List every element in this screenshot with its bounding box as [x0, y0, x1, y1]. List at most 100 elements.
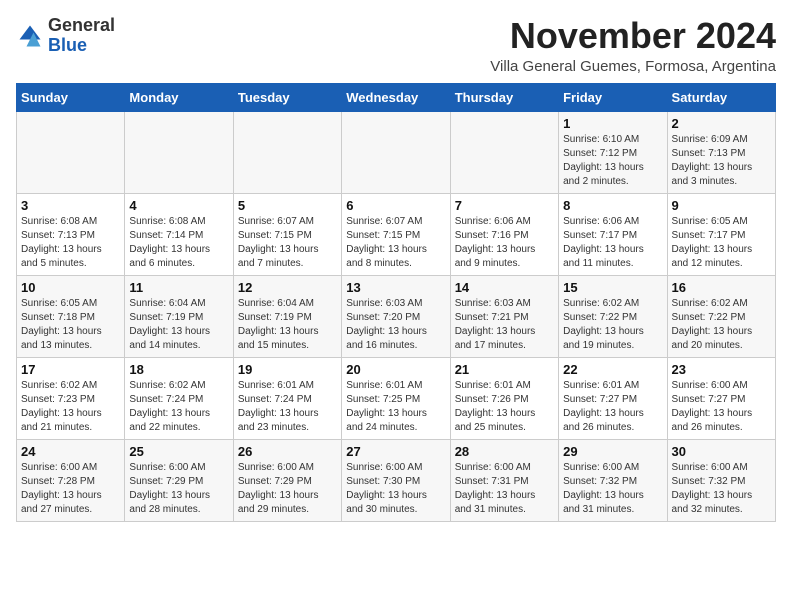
day-number: 12 [238, 280, 337, 295]
calendar-week-4: 17 Sunrise: 6:02 AM Sunset: 7:23 PM Dayli… [17, 357, 776, 439]
calendar-cell: 26 Sunrise: 6:00 AM Sunset: 7:29 PM Dayli… [233, 439, 341, 521]
calendar-cell: 3 Sunrise: 6:08 AM Sunset: 7:13 PM Daylig… [17, 193, 125, 275]
calendar-cell: 25Sunrise: 6:00 AM Sunset: 7:29 PM Dayli… [125, 439, 233, 521]
calendar-cell: 30 Sunrise: 6:00 AM Sunset: 7:32 PM Dayli… [667, 439, 775, 521]
calendar-cell: 2 Sunrise: 6:09 AM Sunset: 7:13 PM Daylig… [667, 111, 775, 193]
calendar-cell: 20 Sunrise: 6:01 AM Sunset: 7:25 PM Dayli… [342, 357, 450, 439]
day-info: Sunrise: 6:06 AM Sunset: 7:17 PM Dayligh… [563, 215, 662, 271]
day-number: 27 [346, 444, 445, 459]
weekday-header-tuesday: Tuesday [233, 83, 341, 111]
calendar-cell: 15 Sunrise: 6:02 AM Sunset: 7:22 PM Dayli… [559, 275, 667, 357]
calendar-week-3: 10 Sunrise: 6:05 AM Sunset: 7:18 PM Dayli… [17, 275, 776, 357]
day-info: Sunrise: 6:00 AM Sunset: 7:32 PM Dayligh… [563, 461, 662, 517]
day-info: Sunrise: 6:00 AM Sunset: 7:32 PM Dayligh… [672, 461, 771, 517]
title-section: November 2024 Villa General Guemes, Form… [490, 16, 776, 75]
calendar-cell: 10 Sunrise: 6:05 AM Sunset: 7:18 PM Dayli… [17, 275, 125, 357]
day-number: 24 [21, 444, 120, 459]
day-info: Sunrise: 6:08 AM Sunset: 7:13 PM Dayligh… [21, 215, 120, 271]
day-number: 4 [129, 198, 228, 213]
calendar-cell [233, 111, 341, 193]
day-info: Sunrise: 6:01 AM Sunset: 7:24 PM Dayligh… [238, 379, 337, 435]
calendar-cell: 14 Sunrise: 6:03 AM Sunset: 7:21 PM Dayli… [450, 275, 558, 357]
day-info: Sunrise: 6:05 AM Sunset: 7:17 PM Dayligh… [672, 215, 771, 271]
calendar-cell: 12 Sunrise: 6:04 AM Sunset: 7:19 PM Dayli… [233, 275, 341, 357]
day-number: 30 [672, 444, 771, 459]
day-info: Sunrise: 6:04 AM Sunset: 7:19 PM Dayligh… [129, 297, 228, 353]
calendar-cell: 4 Sunrise: 6:08 AM Sunset: 7:14 PM Daylig… [125, 193, 233, 275]
logo-general: General [48, 15, 115, 35]
logo-icon [16, 22, 44, 50]
calendar-cell: 23 Sunrise: 6:00 AM Sunset: 7:27 PM Dayli… [667, 357, 775, 439]
day-info: Sunrise: 6:06 AM Sunset: 7:16 PM Dayligh… [455, 215, 554, 271]
day-number: 8 [563, 198, 662, 213]
day-number: 13 [346, 280, 445, 295]
day-number: 23 [672, 362, 771, 377]
day-info: Sunrise: 6:04 AM Sunset: 7:19 PM Dayligh… [238, 297, 337, 353]
calendar-cell [450, 111, 558, 193]
day-info: Sunrise: 6:02 AM Sunset: 7:22 PM Dayligh… [672, 297, 771, 353]
day-info: Sunrise: 6:02 AM Sunset: 7:22 PM Dayligh… [563, 297, 662, 353]
calendar-cell: 27 Sunrise: 6:00 AM Sunset: 7:30 PM Dayli… [342, 439, 450, 521]
calendar-cell: 1Sunrise: 6:10 AM Sunset: 7:12 PM Daylig… [559, 111, 667, 193]
day-number: 9 [672, 198, 771, 213]
weekday-header-monday: Monday [125, 83, 233, 111]
page-header: General Blue November 2024 Villa General… [16, 16, 776, 75]
day-info: Sunrise: 6:07 AM Sunset: 7:15 PM Dayligh… [238, 215, 337, 271]
day-info: Sunrise: 6:03 AM Sunset: 7:20 PM Dayligh… [346, 297, 445, 353]
calendar-cell [342, 111, 450, 193]
weekday-header-sunday: Sunday [17, 83, 125, 111]
day-number: 17 [21, 362, 120, 377]
day-info: Sunrise: 6:07 AM Sunset: 7:15 PM Dayligh… [346, 215, 445, 271]
calendar-cell [17, 111, 125, 193]
day-number: 19 [238, 362, 337, 377]
calendar-cell: 16 Sunrise: 6:02 AM Sunset: 7:22 PM Dayli… [667, 275, 775, 357]
day-info: Sunrise: 6:09 AM Sunset: 7:13 PM Dayligh… [672, 133, 771, 189]
day-number: 14 [455, 280, 554, 295]
day-number: 5 [238, 198, 337, 213]
weekday-header-thursday: Thursday [450, 83, 558, 111]
calendar-cell: 6 Sunrise: 6:07 AM Sunset: 7:15 PM Daylig… [342, 193, 450, 275]
day-info: Sunrise: 6:00 AM Sunset: 7:31 PM Dayligh… [455, 461, 554, 517]
day-number: 21 [455, 362, 554, 377]
day-number: 3 [21, 198, 120, 213]
day-number: 16 [672, 280, 771, 295]
day-info: Sunrise: 6:00 AM Sunset: 7:29 PM Dayligh… [238, 461, 337, 517]
logo: General Blue [16, 16, 115, 56]
weekday-header-saturday: Saturday [667, 83, 775, 111]
calendar-cell: 19 Sunrise: 6:01 AM Sunset: 7:24 PM Dayli… [233, 357, 341, 439]
day-info: Sunrise: 6:05 AM Sunset: 7:18 PM Dayligh… [21, 297, 120, 353]
calendar-cell: 11Sunrise: 6:04 AM Sunset: 7:19 PM Dayli… [125, 275, 233, 357]
day-info: Sunrise: 6:02 AM Sunset: 7:24 PM Dayligh… [129, 379, 228, 435]
day-info: Sunrise: 6:00 AM Sunset: 7:30 PM Dayligh… [346, 461, 445, 517]
calendar-cell: 21 Sunrise: 6:01 AM Sunset: 7:26 PM Dayli… [450, 357, 558, 439]
day-info: Sunrise: 6:00 AM Sunset: 7:28 PM Dayligh… [21, 461, 120, 517]
calendar-cell: 8 Sunrise: 6:06 AM Sunset: 7:17 PM Daylig… [559, 193, 667, 275]
weekday-header-friday: Friday [559, 83, 667, 111]
weekday-header-row: SundayMondayTuesdayWednesdayThursdayFrid… [17, 83, 776, 111]
day-number: 15 [563, 280, 662, 295]
logo-text: General Blue [48, 16, 115, 56]
day-number: 29 [563, 444, 662, 459]
day-number: 7 [455, 198, 554, 213]
day-number: 18 [129, 362, 228, 377]
calendar-table: SundayMondayTuesdayWednesdayThursdayFrid… [16, 83, 776, 522]
day-info: Sunrise: 6:01 AM Sunset: 7:26 PM Dayligh… [455, 379, 554, 435]
day-number: 22 [563, 362, 662, 377]
calendar-cell: 9 Sunrise: 6:05 AM Sunset: 7:17 PM Daylig… [667, 193, 775, 275]
day-number: 6 [346, 198, 445, 213]
calendar-cell: 29 Sunrise: 6:00 AM Sunset: 7:32 PM Dayli… [559, 439, 667, 521]
calendar-cell [125, 111, 233, 193]
day-info: Sunrise: 6:02 AM Sunset: 7:23 PM Dayligh… [21, 379, 120, 435]
day-number: 10 [21, 280, 120, 295]
calendar-cell: 13 Sunrise: 6:03 AM Sunset: 7:20 PM Dayli… [342, 275, 450, 357]
calendar-week-2: 3 Sunrise: 6:08 AM Sunset: 7:13 PM Daylig… [17, 193, 776, 275]
day-info: Sunrise: 6:03 AM Sunset: 7:21 PM Dayligh… [455, 297, 554, 353]
calendar-cell: 5 Sunrise: 6:07 AM Sunset: 7:15 PM Daylig… [233, 193, 341, 275]
day-info: Sunrise: 6:00 AM Sunset: 7:27 PM Dayligh… [672, 379, 771, 435]
day-info: Sunrise: 6:08 AM Sunset: 7:14 PM Dayligh… [129, 215, 228, 271]
day-number: 20 [346, 362, 445, 377]
day-number: 26 [238, 444, 337, 459]
day-number: 2 [672, 116, 771, 131]
day-info: Sunrise: 6:01 AM Sunset: 7:25 PM Dayligh… [346, 379, 445, 435]
month-title: November 2024 [490, 16, 776, 56]
